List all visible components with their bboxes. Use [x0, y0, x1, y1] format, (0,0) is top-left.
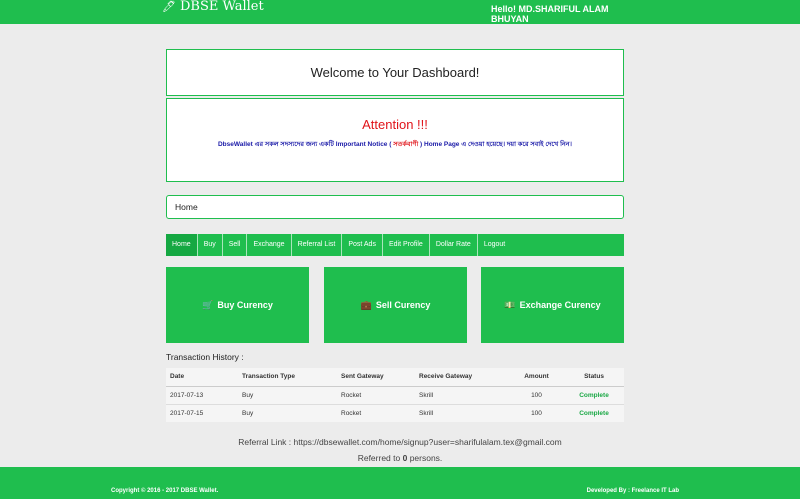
sell-currency-tile[interactable]: 💼 Sell Curency	[324, 267, 467, 343]
referred-prefix: Referred to	[357, 453, 403, 463]
nav-exchange[interactable]: Exchange	[247, 234, 292, 256]
attention-title: Attention !!!	[362, 117, 428, 132]
col-amount: Amount	[509, 368, 564, 387]
welcome-panel: Welcome to Your Dashboard!	[166, 49, 624, 96]
money-icon: 💵	[504, 299, 516, 310]
notice-text: DbseWallet এর সকল সদস্যদের জন্য একটি Imp…	[167, 139, 623, 150]
sell-currency-label: Sell Curency	[375, 300, 431, 310]
referred-count-text: Referred to 0 persons.	[0, 453, 800, 463]
breadcrumb: Home	[166, 195, 624, 219]
user-greeting: Hello! MD.SHARIFUL ALAM BHUYAN	[491, 4, 609, 24]
col-date: Date	[166, 368, 238, 387]
table-row: 2017-07-15 Buy Rocket Skrill 100 Complet…	[166, 403, 624, 422]
brand-logo[interactable]: 🖊 DBSE Wallet	[162, 0, 264, 14]
referral-link: Referral Link : https://dbsewallet.com/h…	[238, 437, 562, 447]
top-navbar: 🖊 DBSE Wallet Hello! MD.SHARIFUL ALAM BH…	[0, 0, 800, 24]
col-sent-gateway: Sent Gateway	[337, 368, 415, 387]
notice-part2: ) Home Page এ দেওয়া হয়েছে। দয়া করে সব…	[420, 141, 573, 148]
exchange-currency-label: Exchange Curency	[519, 300, 601, 310]
brand-name: DBSE Wallet	[179, 0, 264, 14]
notice-part1: DbseWallet এর সকল সদস্যদের জন্য একটি Imp…	[217, 141, 392, 148]
table-header-row: Date Transaction Type Sent Gateway Recei…	[166, 368, 624, 387]
status-badge: Complete	[564, 385, 624, 404]
col-receive-gateway: Receive Gateway	[415, 368, 509, 387]
table-row: 2017-07-13 Buy Rocket Skrill 100 Complet…	[166, 385, 624, 404]
transaction-table: Date Transaction Type Sent Gateway Recei…	[166, 368, 624, 422]
cell-date: 2017-07-15	[166, 403, 238, 422]
cell-receive: Skrill	[415, 403, 509, 422]
cell-amount: 100	[509, 403, 564, 422]
magic-wand-icon: 🖊	[162, 0, 176, 13]
col-transaction-type: Transaction Type	[238, 368, 337, 387]
copyright-text: Copyright © 2016 - 2017 DBSE Wallet.	[111, 488, 219, 494]
transaction-history-title: Transaction History :	[166, 352, 244, 362]
nav-logout[interactable]: Logout	[478, 234, 511, 256]
cell-sent: Rocket	[337, 403, 415, 422]
nav-referral-list[interactable]: Referral List	[292, 234, 343, 256]
footer: Copyright © 2016 - 2017 DBSE Wallet. Dev…	[0, 467, 800, 499]
notice-warning: সতর্কবাণী	[393, 141, 419, 148]
attention-panel: Attention !!! DbseWallet এর সকল সদস্যদের…	[166, 98, 624, 182]
buy-currency-label: Buy Curency	[217, 300, 273, 310]
briefcase-icon: 💼	[360, 299, 372, 310]
nav-dollar-rate[interactable]: Dollar Rate	[430, 234, 478, 256]
nav-post-ads[interactable]: Post Ads	[342, 234, 383, 256]
referred-suffix: persons.	[407, 453, 443, 463]
dashboard-nav: Home Buy Sell Exchange Referral List Pos…	[166, 234, 624, 256]
nav-sell[interactable]: Sell	[223, 234, 248, 256]
nav-home[interactable]: Home	[166, 234, 198, 256]
shopping-cart-icon: 🛒	[202, 299, 214, 310]
cell-type: Buy	[238, 403, 337, 422]
cell-receive: Skrill	[415, 385, 509, 404]
nav-edit-profile[interactable]: Edit Profile	[383, 234, 430, 256]
buy-currency-tile[interactable]: 🛒 Buy Curency	[166, 267, 309, 343]
col-status: Status	[564, 368, 624, 387]
status-badge: Complete	[564, 403, 624, 422]
nav-buy[interactable]: Buy	[198, 234, 223, 256]
developer-credit: Developed By : Freelance IT Lab	[586, 488, 679, 494]
cell-amount: 100	[509, 385, 564, 404]
cell-type: Buy	[238, 385, 337, 404]
exchange-currency-tile[interactable]: 💵 Exchange Curency	[481, 267, 624, 343]
cell-sent: Rocket	[337, 385, 415, 404]
page-title: Welcome to Your Dashboard!	[310, 65, 480, 80]
cell-date: 2017-07-13	[166, 385, 238, 404]
